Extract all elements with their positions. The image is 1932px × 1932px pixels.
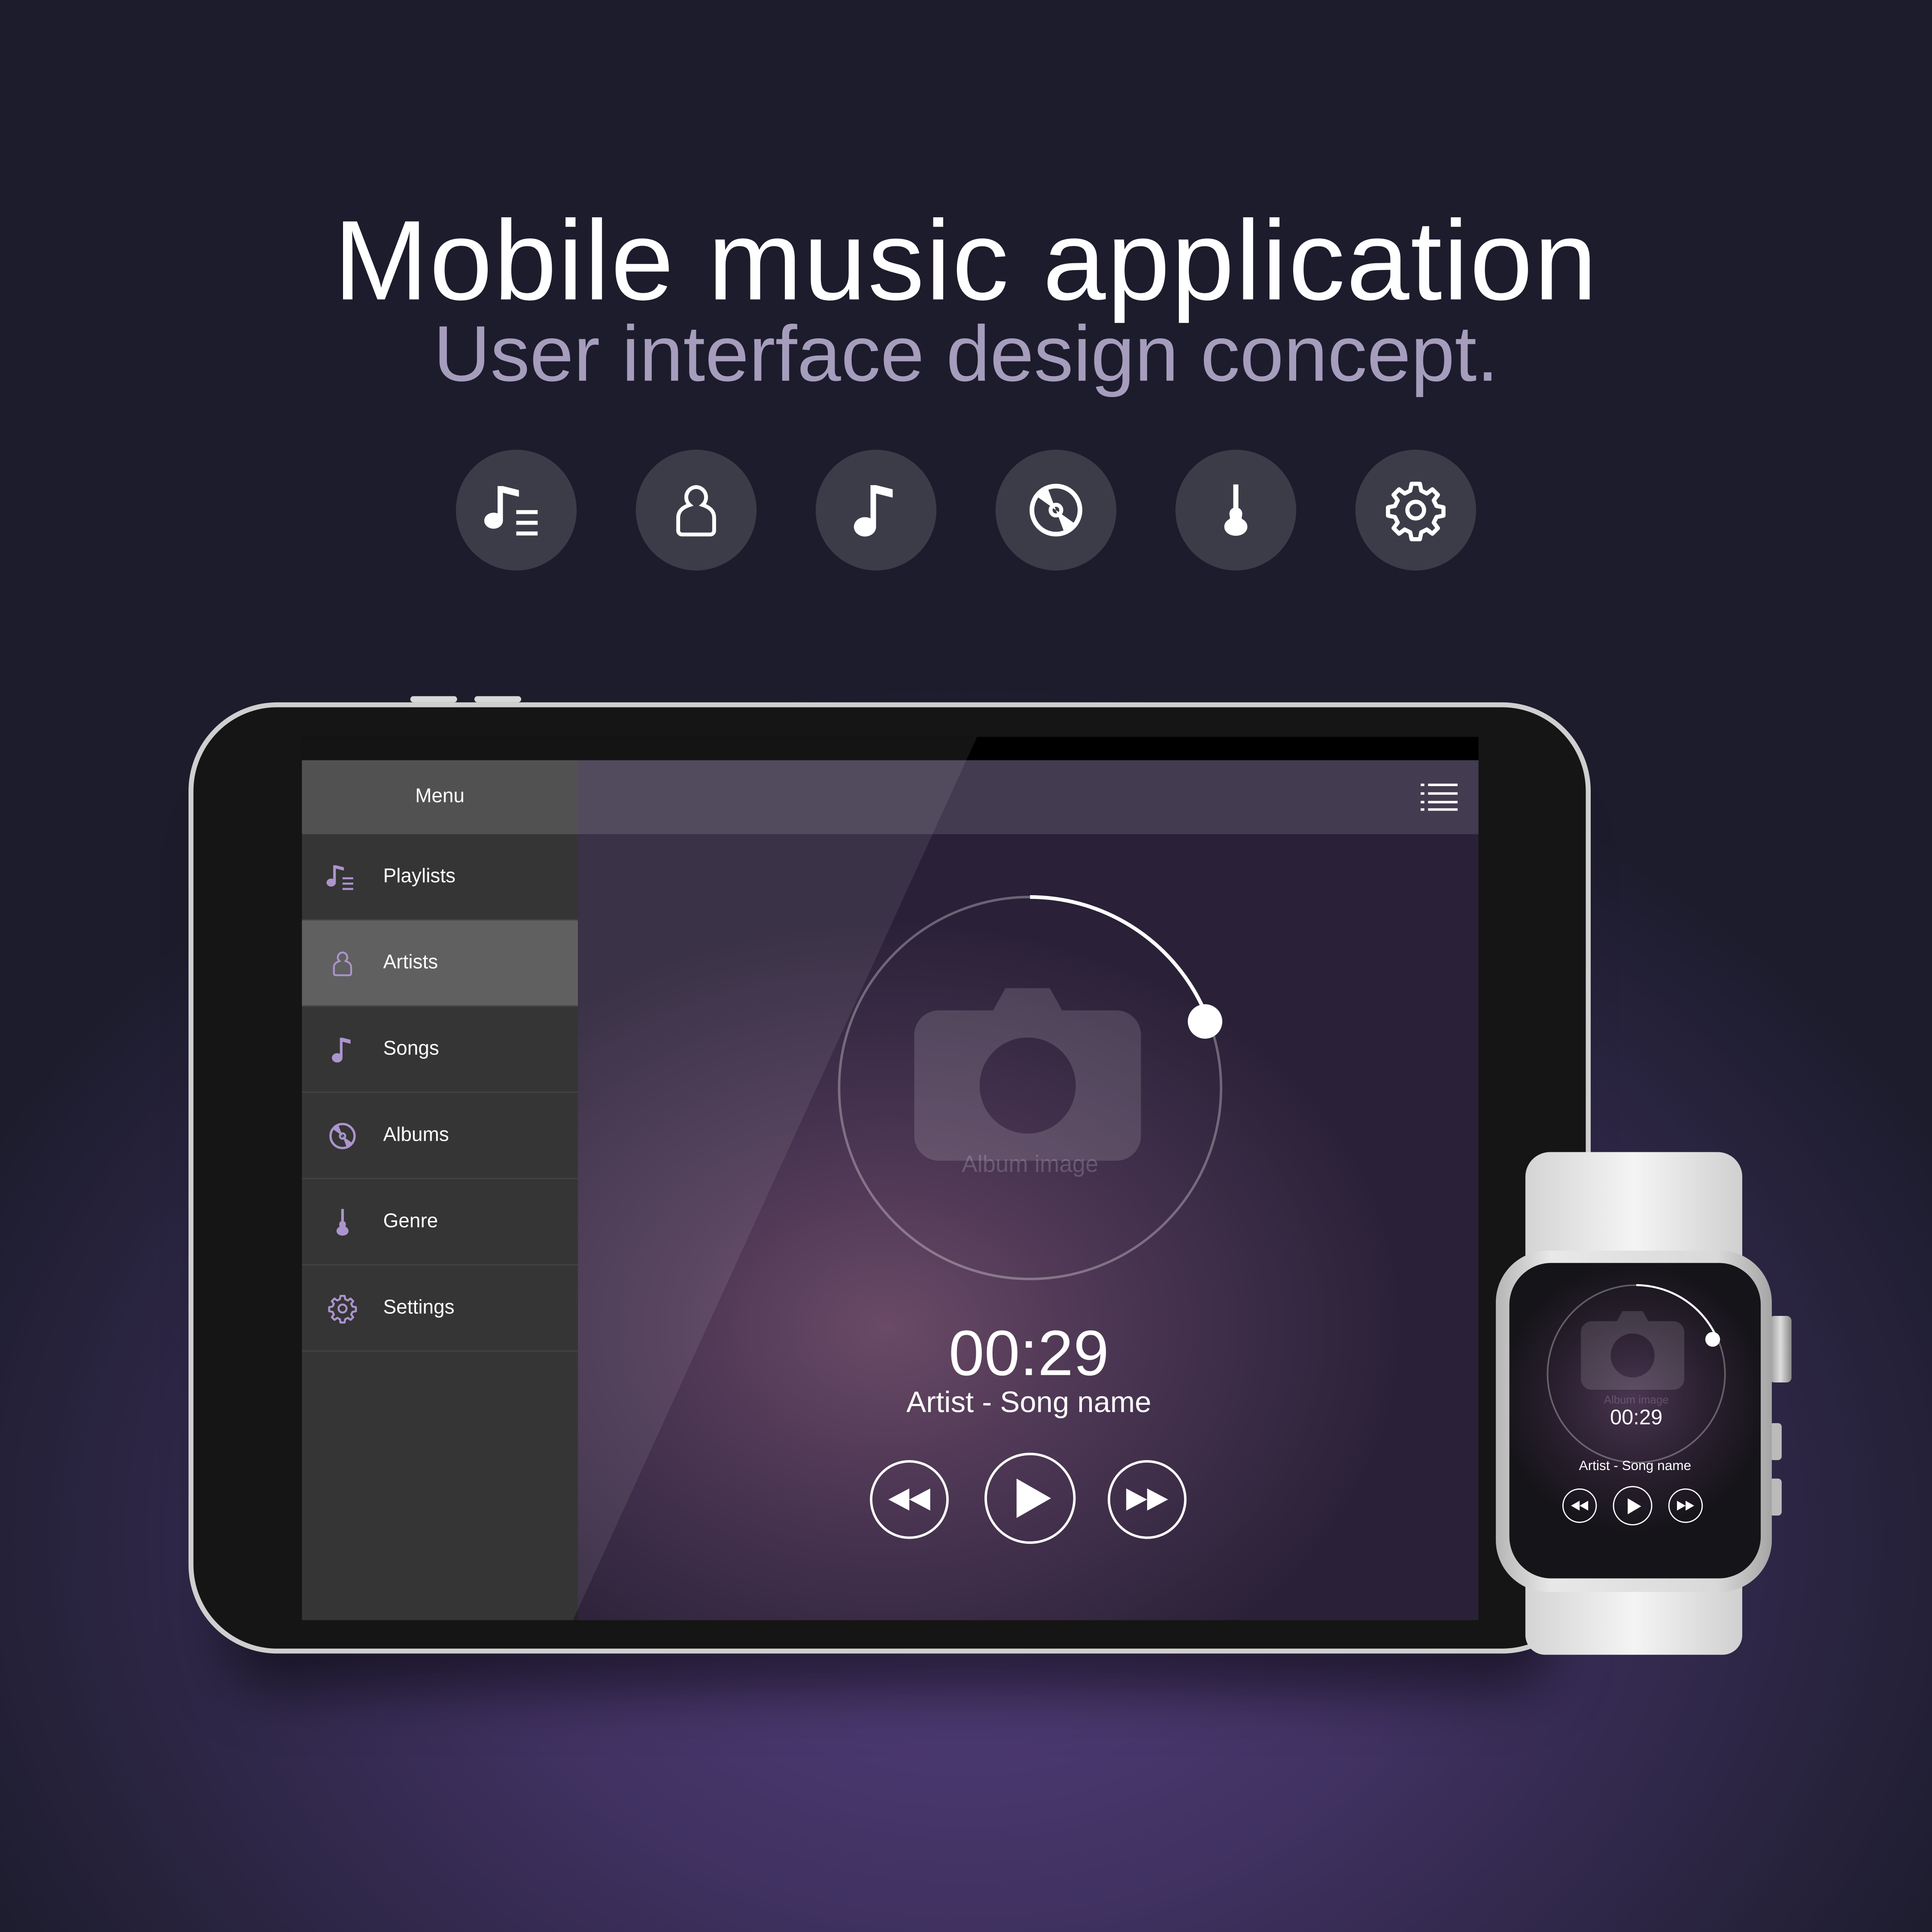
menu-title: Menu <box>302 760 578 834</box>
music-note-icon <box>302 1033 383 1065</box>
album-image-label: Album image <box>962 1152 1099 1178</box>
guitar-icon <box>302 1206 383 1238</box>
poster-title: Mobile music application <box>334 198 1598 324</box>
watch-elapsed-time: 00:29 <box>1610 1406 1663 1430</box>
progress-knob <box>1188 1004 1222 1039</box>
gear-icon <box>302 1292 383 1324</box>
sidebar-item-artists[interactable]: Artists <box>302 920 578 1007</box>
album-disc-icon <box>995 450 1117 571</box>
fast-forward-icon <box>1126 1488 1168 1511</box>
sidebar-item-label: Settings <box>383 1297 455 1318</box>
hamburger-menu-icon[interactable] <box>1420 782 1458 818</box>
album-disc-icon <box>302 1119 383 1151</box>
sidebar-item-playlists[interactable]: Playlists <box>302 834 578 920</box>
play-icon <box>1016 1478 1051 1518</box>
sidebar-item-label: Songs <box>383 1038 439 1059</box>
watch-rewind-button[interactable] <box>1562 1488 1597 1523</box>
album-image-label: Album image <box>1604 1393 1669 1406</box>
sidebar-item-albums[interactable]: Albums <box>302 1093 578 1179</box>
play-button[interactable] <box>984 1452 1076 1544</box>
sidebar-item-label: Genre <box>383 1210 438 1232</box>
track-title: Artist - Song name <box>906 1386 1151 1420</box>
sidebar-item-label: Playlists <box>383 866 456 887</box>
play-icon <box>1627 1498 1641 1514</box>
player-panel: Album image 00:29 Artist - Song name <box>577 760 1479 1620</box>
elapsed-time: 00:29 <box>948 1318 1109 1390</box>
artist-icon <box>302 948 383 978</box>
progress-ring[interactable] <box>835 893 1225 1289</box>
fast-forward-button[interactable] <box>1108 1460 1187 1539</box>
rewind-icon <box>1571 1501 1589 1511</box>
rewind-icon <box>888 1488 930 1511</box>
watch-track-title: Artist - Song name <box>1579 1458 1692 1474</box>
sidebar-menu: Menu Playlists Artists Songs Albums Genr… <box>302 760 578 1620</box>
sidebar-item-settings[interactable]: Settings <box>302 1265 578 1352</box>
tablet-volume-button <box>474 696 521 702</box>
watch-fast-forward-button[interactable] <box>1668 1488 1703 1523</box>
watch-screen: Album image 00:29 Artist - Song name <box>1509 1263 1761 1579</box>
rewind-button[interactable] <box>870 1460 949 1539</box>
player-header-bar <box>577 760 1479 834</box>
sidebar-item-genre[interactable]: Genre <box>302 1179 578 1266</box>
watch-progress-ring[interactable] <box>1545 1283 1728 1471</box>
artist-icon <box>635 450 757 571</box>
playlist-icon <box>456 450 577 571</box>
sidebar-item-label: Albums <box>383 1124 449 1145</box>
fast-forward-icon <box>1677 1501 1695 1511</box>
tablet-volume-button <box>410 696 457 702</box>
gear-icon <box>1355 450 1476 571</box>
poster-canvas: Mobile music application User interface … <box>0 0 1932 1932</box>
sidebar-item-label: Artists <box>383 951 438 973</box>
sidebar-item-songs[interactable]: Songs <box>302 1007 578 1093</box>
tablet-screen: Menu Playlists Artists Songs Albums Genr… <box>302 737 1479 1620</box>
poster-subtitle: User interface design concept. <box>433 309 1499 398</box>
guitar-icon <box>1175 450 1297 571</box>
music-note-icon <box>815 450 937 571</box>
playlist-icon <box>302 861 383 893</box>
watch-crown[interactable] <box>1769 1316 1792 1383</box>
watch-play-button[interactable] <box>1613 1486 1653 1525</box>
watch-band-top <box>1525 1152 1743 1263</box>
